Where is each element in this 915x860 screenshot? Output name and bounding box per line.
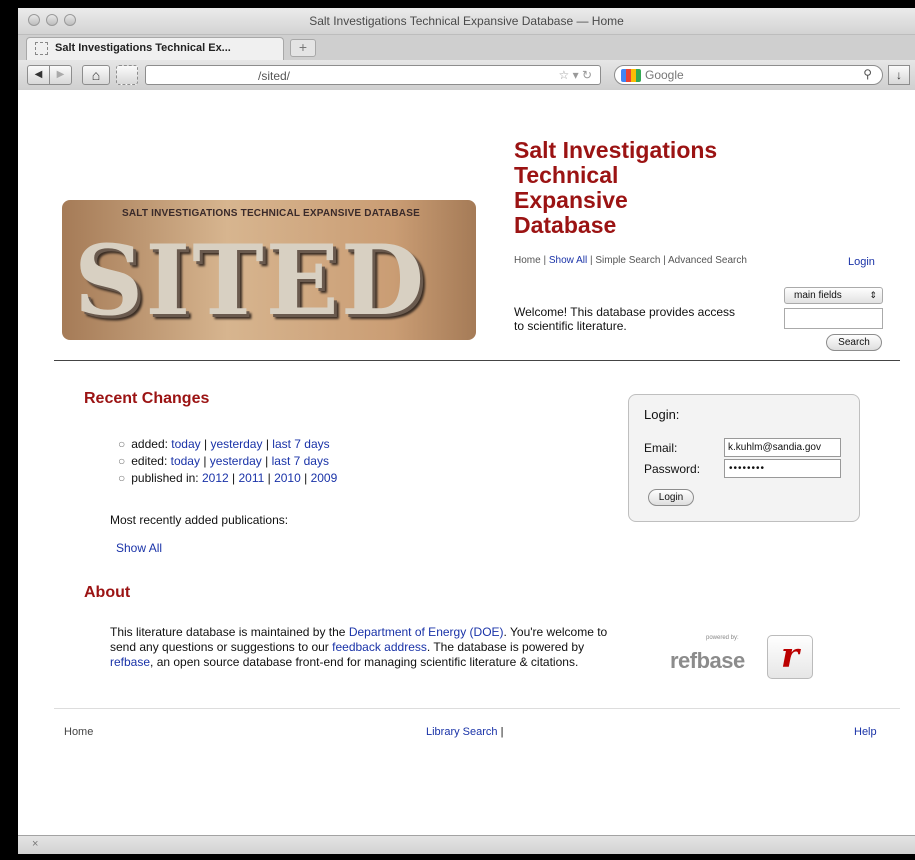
recent-changes-heading: Recent Changes [84,390,210,407]
header-divider [54,360,900,361]
reload-icon[interactable]: ↻ [582,68,592,82]
show-all-link[interactable]: Show All [116,541,162,555]
search-engine-label: Google [645,68,684,82]
footer-help-link[interactable]: Help [854,726,877,738]
header-nav: Home | Show All | Simple Search | Advanc… [514,255,747,266]
email-field[interactable]: k.kuhlm@sandia.gov [724,438,841,457]
google-logo-icon[interactable] [621,69,641,82]
header-login-link[interactable]: Login [848,256,875,268]
magnifier-icon[interactable]: ⚲ [863,67,872,81]
page-favicon-icon [35,42,48,55]
title-bar: Salt Investigations Technical Expansive … [18,8,915,34]
back-button[interactable]: ◀ [27,65,50,85]
nav-show-all-link[interactable]: Show All [549,255,587,266]
list-item-added: ○ added: today | yesterday | last 7 days [118,437,330,451]
forward-arrow-icon: ▶ [56,69,65,80]
about-text: This literature database is maintained b… [110,625,608,669]
password-field[interactable]: •••••••• [724,459,841,478]
quick-search-field-select[interactable]: main fields ⇕ [784,287,883,304]
window-title: Salt Investigations Technical Expansive … [309,14,624,28]
password-label: Password: [644,462,701,476]
refbase-powered-by: powered by: [706,635,739,641]
star-icon[interactable]: ☆ [558,68,569,82]
added-last-7-days-link[interactable]: last 7 days [272,437,329,451]
browser-window: Salt Investigations Technical Expansive … [18,8,915,854]
recent-changes-list: ○ added: today | yesterday | last 7 days … [118,436,337,487]
download-arrow-icon: ↓ [896,68,902,82]
back-arrow-icon: ◀ [34,69,43,80]
about-heading: About [84,584,131,601]
nav-simple-search-link[interactable]: Simple Search [595,255,660,266]
site-title: Salt Investigations Technical Expansive … [514,137,718,238]
url-text: /sited/ [258,69,291,83]
sited-banner-logo[interactable]: SALT INVESTIGATIONS TECHNICAL EXPANSIVE … [62,200,476,340]
status-bar: × [18,835,915,854]
login-box-title: Login: [644,407,680,422]
edited-last-7-days-link[interactable]: last 7 days [272,454,329,468]
forward-button[interactable]: ▶ [49,65,72,85]
year-2010-link[interactable]: 2010 [274,471,301,485]
footer-library-search-link[interactable]: Library Search [426,726,498,738]
downloads-button[interactable]: ↓ [888,65,910,85]
login-button[interactable]: Login [648,489,694,506]
email-label: Email: [644,441,678,455]
login-box: Login: Email: k.kuhlm@sandia.gov Passwor… [628,394,860,522]
list-item-edited: ○ edited: today | yesterday | last 7 days [118,454,329,468]
dropdown-arrow-icon[interactable]: ▾ [573,68,579,82]
welcome-text: Welcome! This database provides access t… [514,305,735,333]
feedback-address-link[interactable]: feedback address [332,640,427,654]
refbase-logo[interactable]: powered by: refbase r [670,635,820,680]
home-icon: ⌂ [91,67,101,83]
circle-bullet-icon: ○ [118,471,126,485]
close-addon-bar-icon[interactable]: × [32,838,38,850]
year-2009-link[interactable]: 2009 [311,471,338,485]
footer-divider [54,708,900,709]
recent-publications-note: Most recently added publications: [110,513,289,527]
nav-advanced-search-link[interactable]: Advanced Search [668,255,747,266]
year-2011-link[interactable]: 2011 [238,471,264,485]
tab-title: Salt Investigations Technical Ex... [55,42,231,54]
page-content: SALT INVESTIGATIONS TECHNICAL EXPANSIVE … [18,90,915,835]
edited-yesterday-link[interactable]: yesterday [210,454,262,468]
footer-library-search: Library Search | [426,726,504,738]
bookmark-page-button[interactable] [116,65,138,85]
url-bar[interactable]: /sited/ ☆ ▾ ↻ [145,65,601,85]
list-item-published: ○ published in: 2012 | 2011 | 2010 | 2009 [118,471,338,485]
footer-home-link[interactable]: Home [64,726,93,738]
refbase-link[interactable]: refbase [110,655,150,669]
added-today-link[interactable]: today [171,437,200,451]
refbase-r-icon: r [767,635,813,679]
year-2012-link[interactable]: 2012 [202,471,229,485]
quick-search-input[interactable] [784,308,883,329]
search-button[interactable]: Search [826,334,882,351]
home-button[interactable]: ⌂ [82,65,110,85]
tab-active[interactable]: Salt Investigations Technical Ex... [26,37,284,60]
edited-today-link[interactable]: today [171,454,200,468]
circle-bullet-icon: ○ [118,437,126,451]
added-yesterday-link[interactable]: yesterday [210,437,262,451]
tab-bar: Salt Investigations Technical Ex... + [18,34,915,60]
nav-home-link[interactable]: Home [514,255,541,266]
search-bar[interactable]: Google ⚲ [614,65,883,85]
new-tab-button[interactable]: + [290,39,316,57]
doe-link[interactable]: Department of Energy (DOE) [349,625,504,639]
refbase-wordmark: refbase [670,648,745,673]
navigation-toolbar: ◀ ▶ ⌂ /sited/ ☆ ▾ ↻ Google ⚲ ↓ [18,60,915,91]
banner-sited-letters: SITED [74,224,427,337]
select-arrows-icon: ⇕ [869,290,877,300]
banner-caption: SALT INVESTIGATIONS TECHNICAL EXPANSIVE … [122,208,420,219]
circle-bullet-icon: ○ [118,454,126,468]
